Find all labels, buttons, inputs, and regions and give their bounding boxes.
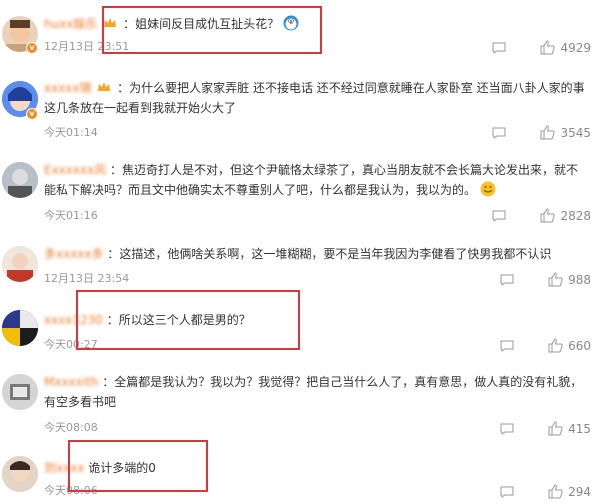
comment-item: 多xxxxx多 ：这描述，他俩啥关系啊，这一堆糊糊，要不是当年我因为李健看了快男… (0, 234, 597, 296)
highlight-box (102, 6, 322, 54)
avatar[interactable] (2, 310, 38, 346)
avatar[interactable] (2, 456, 38, 492)
username[interactable]: huxx娱乐 (44, 17, 97, 31)
reply-icon[interactable] (500, 423, 514, 435)
like-icon[interactable] (540, 40, 556, 55)
username[interactable]: 多xxxxx多 (44, 247, 104, 261)
avatar[interactable] (2, 246, 38, 282)
reply-icon[interactable] (492, 210, 506, 222)
username[interactable]: xxxxx锦 (44, 81, 92, 95)
like-count: 294 (568, 484, 591, 499)
username[interactable]: Mxxxxith (44, 375, 98, 389)
comment-time: 今天08:08 (44, 421, 98, 434)
comment-item: Mxxxxith ：全篇都是我认为？我以为？我觉得？把自己当什么人了，真有意思，… (0, 364, 597, 446)
like-icon[interactable] (540, 208, 556, 223)
avatar[interactable] (2, 374, 38, 410)
like-count: 660 (568, 338, 591, 353)
comment-item: Exxxxxx风 ：焦迈奇打人是不对，但这个尹毓恪太绿茶了，真心当朋友就不会长篇… (0, 152, 597, 234)
like-count: 2828 (560, 208, 591, 223)
like-icon[interactable] (548, 338, 563, 353)
like-icon[interactable] (548, 272, 563, 287)
reply-icon[interactable] (500, 486, 514, 498)
comment-text: ：全篇都是我认为？我以为？我觉得？把自己当什么人了，真有意思，做人真的没有礼貌，… (44, 375, 583, 409)
smile-emoji-icon (480, 181, 496, 197)
comment-time: 12月13日 23:54 (44, 272, 130, 285)
vip-badge-icon: v (26, 42, 38, 54)
like-count: 3545 (560, 125, 591, 140)
like-count: 4929 (560, 40, 591, 55)
like-count: 415 (568, 421, 591, 436)
reply-icon[interactable] (492, 127, 506, 139)
comment-time: 今天01:14 (44, 126, 98, 139)
highlight-box (76, 290, 300, 350)
username[interactable]: Exxxxxx风 (44, 163, 106, 177)
like-count: 988 (568, 272, 591, 287)
reply-icon[interactable] (500, 274, 514, 286)
like-icon[interactable] (540, 125, 556, 140)
comment-item: v xxxxx锦 ：为什么要把人家家弄脏 还不接电话 还不经过同意就睡在人家卧室… (0, 70, 597, 152)
comment-text: ：焦迈奇打人是不对，但这个尹毓恪太绿茶了，真心当朋友就不会长篇大论发出来，就不能… (44, 163, 579, 197)
comment-time: 今天01:16 (44, 209, 98, 222)
avatar[interactable] (2, 162, 38, 198)
comment-text: ：为什么要把人家家弄脏 还不接电话 还不经过同意就睡在人家卧室 还当面八卦人家的… (44, 81, 585, 115)
reply-icon[interactable] (500, 340, 514, 352)
comment-text: ：这描述，他俩啥关系啊，这一堆糊糊，要不是当年我因为李健看了快男我都不认识 (107, 247, 552, 261)
vip-badge-icon: v (26, 108, 38, 120)
member-crown-icon (98, 82, 111, 91)
highlight-box (68, 440, 208, 492)
reply-icon[interactable] (492, 42, 506, 54)
like-icon[interactable] (548, 421, 563, 436)
like-icon[interactable] (548, 484, 563, 499)
